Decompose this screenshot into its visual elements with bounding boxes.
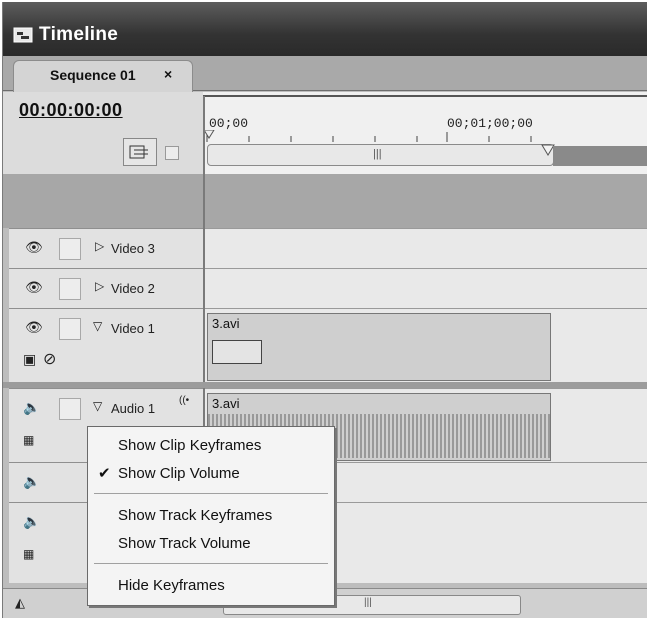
set-marker-button[interactable] [165, 146, 179, 160]
tab-label: Sequence 01 [50, 67, 136, 83]
work-area-band [3, 174, 647, 228]
track-label: Video 3 [111, 241, 155, 256]
menu-separator [94, 493, 328, 494]
menu-item-label: Show Clip Keyframes [118, 437, 262, 454]
zoom-out-icon[interactable]: ◭ [15, 595, 25, 611]
menu-item-hide-keyframes[interactable]: Hide Keyframes [88, 573, 334, 601]
speaker-icon[interactable]: 🔈 [23, 399, 40, 416]
collapse-arrow-icon[interactable]: ▽ [93, 319, 102, 333]
checkmark-icon: ✔ [98, 465, 111, 482]
track-label: Audio 1 [111, 401, 156, 416]
stereo-icon: ((• [179, 395, 190, 406]
thumb-grip-icon: ||| [364, 597, 372, 608]
video-clip[interactable]: 3.avi [207, 313, 551, 381]
ruler-ticks [203, 95, 647, 142]
track-label: Video 1 [111, 321, 155, 336]
tab-sequence-01[interactable]: Sequence 01 × [13, 60, 193, 93]
lock-toggle[interactable] [59, 278, 81, 300]
eye-icon[interactable]: 👁 [25, 279, 43, 296]
menu-item-label: Hide Keyframes [118, 577, 225, 594]
track-header-video-3: 👁 ▷ Video 3 [9, 228, 203, 269]
track-video-3[interactable] [205, 228, 647, 269]
track-video-1[interactable]: 3.avi [205, 308, 647, 383]
menu-item-show-clip-volume[interactable]: ✔ Show Clip Volume [88, 461, 334, 489]
view-area-outside [553, 146, 647, 166]
display-style-icon[interactable]: ▣ [23, 351, 36, 368]
eye-icon[interactable]: 👁 [25, 239, 43, 256]
lock-toggle[interactable] [59, 238, 81, 260]
collapse-arrow-icon[interactable]: ▽ [93, 399, 102, 413]
view-area-bar[interactable]: ||| [207, 144, 554, 166]
expand-arrow-icon[interactable]: ▷ [95, 279, 104, 293]
speaker-icon[interactable]: 🔈 [23, 473, 40, 490]
track-header-video-2: 👁 ▷ Video 2 [9, 268, 203, 309]
menu-separator [94, 563, 328, 564]
title-bar: Timeline [3, 2, 647, 56]
timeline-app-icon [13, 27, 33, 43]
speaker-icon[interactable]: 🔈 [23, 513, 40, 530]
track-video-2[interactable] [205, 268, 647, 309]
eye-icon[interactable]: 👁 [25, 319, 43, 336]
current-timecode[interactable]: 00:00:00:00 [19, 100, 123, 121]
snap-button[interactable] [123, 138, 157, 166]
waveform-icon[interactable]: ▦ [23, 547, 34, 561]
timeline-header: 00:00:00:00 00;00 00;01;00;00 ||| [3, 92, 647, 174]
timeline-window: Timeline Sequence 01 × 00:00:00:00 00;00… [2, 2, 647, 618]
no-keyframes-icon[interactable]: ⊘ [43, 349, 56, 369]
clip-name: 3.avi [212, 316, 240, 331]
view-area-grip-icon: ||| [373, 148, 382, 160]
window-title: Timeline [39, 24, 119, 45]
clip-name: 3.avi [212, 396, 240, 411]
menu-item-show-track-keyframes[interactable]: Show Track Keyframes [88, 503, 334, 531]
waveform-icon[interactable]: ▦ [23, 433, 34, 447]
track-header-video-1: 👁 ▽ Video 1 ▣ ⊘ [9, 308, 203, 383]
lock-toggle[interactable] [59, 318, 81, 340]
menu-item-label: Show Track Volume [118, 535, 251, 552]
menu-item-show-track-volume[interactable]: Show Track Volume [88, 531, 334, 559]
track-label: Video 2 [111, 281, 155, 296]
clip-thumbnail [212, 340, 262, 364]
menu-item-label: Show Track Keyframes [118, 507, 273, 524]
snap-icon [129, 145, 148, 159]
close-tab-icon[interactable]: × [164, 66, 172, 82]
lock-toggle[interactable] [59, 398, 81, 420]
menu-item-label: Show Clip Volume [118, 465, 240, 482]
expand-arrow-icon[interactable]: ▷ [95, 239, 104, 253]
menu-item-show-clip-keyframes[interactable]: Show Clip Keyframes [88, 433, 334, 461]
context-menu: Show Clip Keyframes ✔ Show Clip Volume S… [87, 426, 335, 606]
